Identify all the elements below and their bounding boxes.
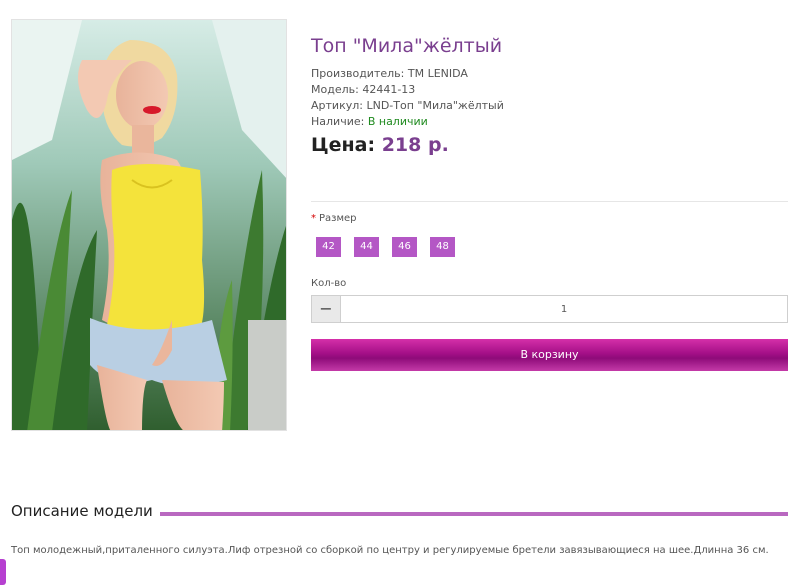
product-title: Топ "Мила"жёлтый: [311, 35, 503, 57]
side-tab[interactable]: [0, 559, 6, 585]
required-mark: *: [311, 213, 316, 224]
size-options: 42 44 46 48: [316, 237, 455, 257]
size-option-44[interactable]: 44: [354, 237, 379, 257]
size-option-42[interactable]: 42: [316, 237, 341, 257]
article-label: Артикул:: [311, 99, 363, 112]
add-to-cart-button[interactable]: В корзину: [311, 339, 788, 371]
quantity-label: Кол-во: [311, 278, 347, 289]
manufacturer-row: Производитель: TM LENIDA: [311, 66, 504, 82]
size-option-48[interactable]: 48: [430, 237, 455, 257]
size-option-46[interactable]: 46: [392, 237, 417, 257]
size-label: * Размер: [311, 213, 357, 224]
article-row: Артикул: LND-Топ "Мила"жёлтый: [311, 98, 504, 114]
model-value: 42441-13: [362, 83, 416, 96]
availability-label: Наличие:: [311, 115, 365, 128]
price-value: 218 р.: [381, 134, 449, 156]
availability-status: В наличии: [367, 115, 428, 128]
quantity-stepper: −: [311, 295, 788, 323]
price-label: Цена:: [311, 134, 376, 156]
product-image[interactable]: [11, 19, 287, 431]
size-label-text: Размер: [319, 213, 357, 224]
quantity-input[interactable]: [341, 296, 787, 322]
manufacturer-label: Производитель:: [311, 67, 405, 80]
product-photo: [12, 20, 286, 430]
price: Цена: 218 р.: [311, 134, 449, 156]
description-heading: Описание модели: [11, 502, 153, 520]
divider: [311, 201, 788, 202]
model-row: Модель: 42441-13: [311, 82, 504, 98]
description-text: Топ молодежный,приталенного силуэта.Лиф …: [11, 545, 769, 556]
manufacturer-value[interactable]: TM LENIDA: [408, 67, 468, 80]
description-heading-line: [160, 512, 788, 516]
model-label: Модель:: [311, 83, 359, 96]
quantity-minus-button[interactable]: −: [312, 296, 341, 322]
availability-row: Наличие: В наличии: [311, 114, 504, 130]
product-specs: Производитель: TM LENIDA Модель: 42441-1…: [311, 66, 504, 130]
article-value: LND-Топ "Мила"жёлтый: [366, 99, 504, 112]
